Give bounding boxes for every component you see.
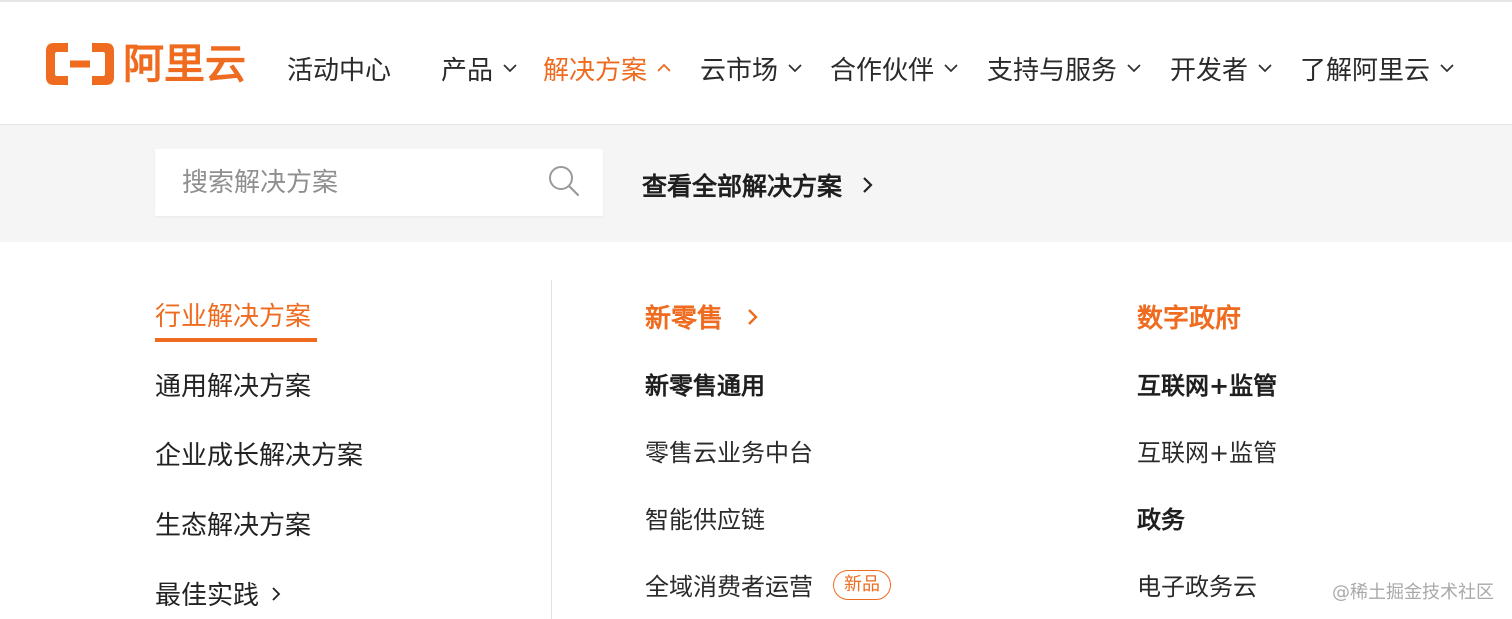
solution-link-consumer-operations[interactable]: 全域消费者运营 新品 [645,567,891,602]
solution-link-internet-regulation[interactable]: 互联网+监管 [1137,433,1277,468]
solution-link-label: 智能供应链 [645,506,765,534]
view-all-label: 查看全部解决方案 [642,172,843,201]
nav-item-label: 支持与服务 [987,55,1118,86]
category-title-digital-government[interactable]: 数字政府 [1137,298,1241,335]
watermark: @稀土掘金技术社区 [1332,582,1494,603]
sub-heading-government-affairs: 政务 [1137,506,1185,534]
active-item-underline [155,338,317,342]
chevron-down-icon [503,64,517,73]
category-title-label: 数字政府 [1137,304,1242,334]
side-menu-label: 企业成长解决方案 [155,441,364,471]
search-input[interactable] [155,149,562,216]
chevron-down-icon [788,64,802,73]
side-menu-item-enterprise-growth[interactable]: 企业成长解决方案 [155,435,363,472]
chevron-right-icon [748,308,758,325]
sub-heading-internet-regulation: 互联网+监管 [1137,372,1278,400]
nav-item-products[interactable]: 产品 [441,48,519,88]
logo-text: 阿里云 [123,39,246,88]
column-divider [551,280,552,619]
nav-item-about[interactable]: 了解阿里云 [1300,48,1456,88]
nav-item-developers[interactable]: 开发者 [1170,48,1274,88]
solution-search-box [155,149,603,216]
nav-item-label: 产品 [441,55,494,86]
search-icon[interactable] [547,164,581,198]
solution-link-label: 零售云业务中台 [645,439,813,467]
side-menu-item-ecosystem[interactable]: 生态解决方案 [155,505,311,542]
nav-item-label: 了解阿里云 [1300,55,1431,86]
side-menu-item-best-practices[interactable]: 最佳实践 [155,575,283,612]
new-product-badge: 新品 [833,569,891,600]
nav-item-marketplace[interactable]: 云市场 [700,48,804,88]
side-menu-item-general[interactable]: 通用解决方案 [155,366,311,403]
chevron-right-icon [272,586,281,601]
search-band: 查看全部解决方案 [0,125,1512,242]
chevron-down-icon [1440,64,1454,73]
nav-item-label: 活动中心 [287,55,392,86]
side-menu-item-industry[interactable]: 行业解决方案 [155,296,311,333]
category-title-new-retail[interactable]: 新零售 [645,298,761,335]
chevron-down-icon [1258,64,1272,73]
nav-item-activity-center[interactable]: 活动中心 [287,48,391,88]
chevron-up-icon [657,63,671,72]
nav-item-label: 云市场 [700,55,779,86]
side-menu-label: 行业解决方案 [155,302,312,332]
chevron-down-icon [944,64,958,73]
solution-link-label: 全域消费者运营 [645,573,813,601]
solution-link-e-government-cloud[interactable]: 电子政务云 [1137,567,1257,602]
solution-link-retail-cloud-middle-platform[interactable]: 零售云业务中台 [645,433,813,468]
aliyun-logo-icon [46,43,114,85]
nav-item-support[interactable]: 支持与服务 [987,48,1143,88]
chevron-down-icon [1127,64,1141,73]
top-navigation-bar: 阿里云 活动中心 产品 解决方案 云市场 合作伙伴 支持与服务 开发者 了解阿里… [0,2,1512,125]
sub-heading-new-retail-general: 新零售通用 [645,372,765,400]
nav-item-label: 合作伙伴 [830,55,935,86]
side-menu-label: 通用解决方案 [155,372,312,402]
solution-link-label: 电子政务云 [1137,573,1257,601]
nav-item-solutions[interactable]: 解决方案 [543,48,673,88]
side-menu-label: 最佳实践 [155,581,260,611]
solution-link-label: 互联网+监管 [1137,439,1278,467]
view-all-solutions-link[interactable]: 查看全部解决方案 [642,165,876,205]
nav-item-label: 开发者 [1170,55,1249,86]
nav-item-partners[interactable]: 合作伙伴 [830,48,960,88]
chevron-right-icon [863,177,873,193]
category-title-label: 新零售 [645,304,724,334]
aliyun-logo[interactable]: 阿里云 [44,38,246,90]
solution-link-smart-supply-chain[interactable]: 智能供应链 [645,500,765,535]
side-menu-label: 生态解决方案 [155,511,312,541]
nav-item-label: 解决方案 [543,55,648,86]
